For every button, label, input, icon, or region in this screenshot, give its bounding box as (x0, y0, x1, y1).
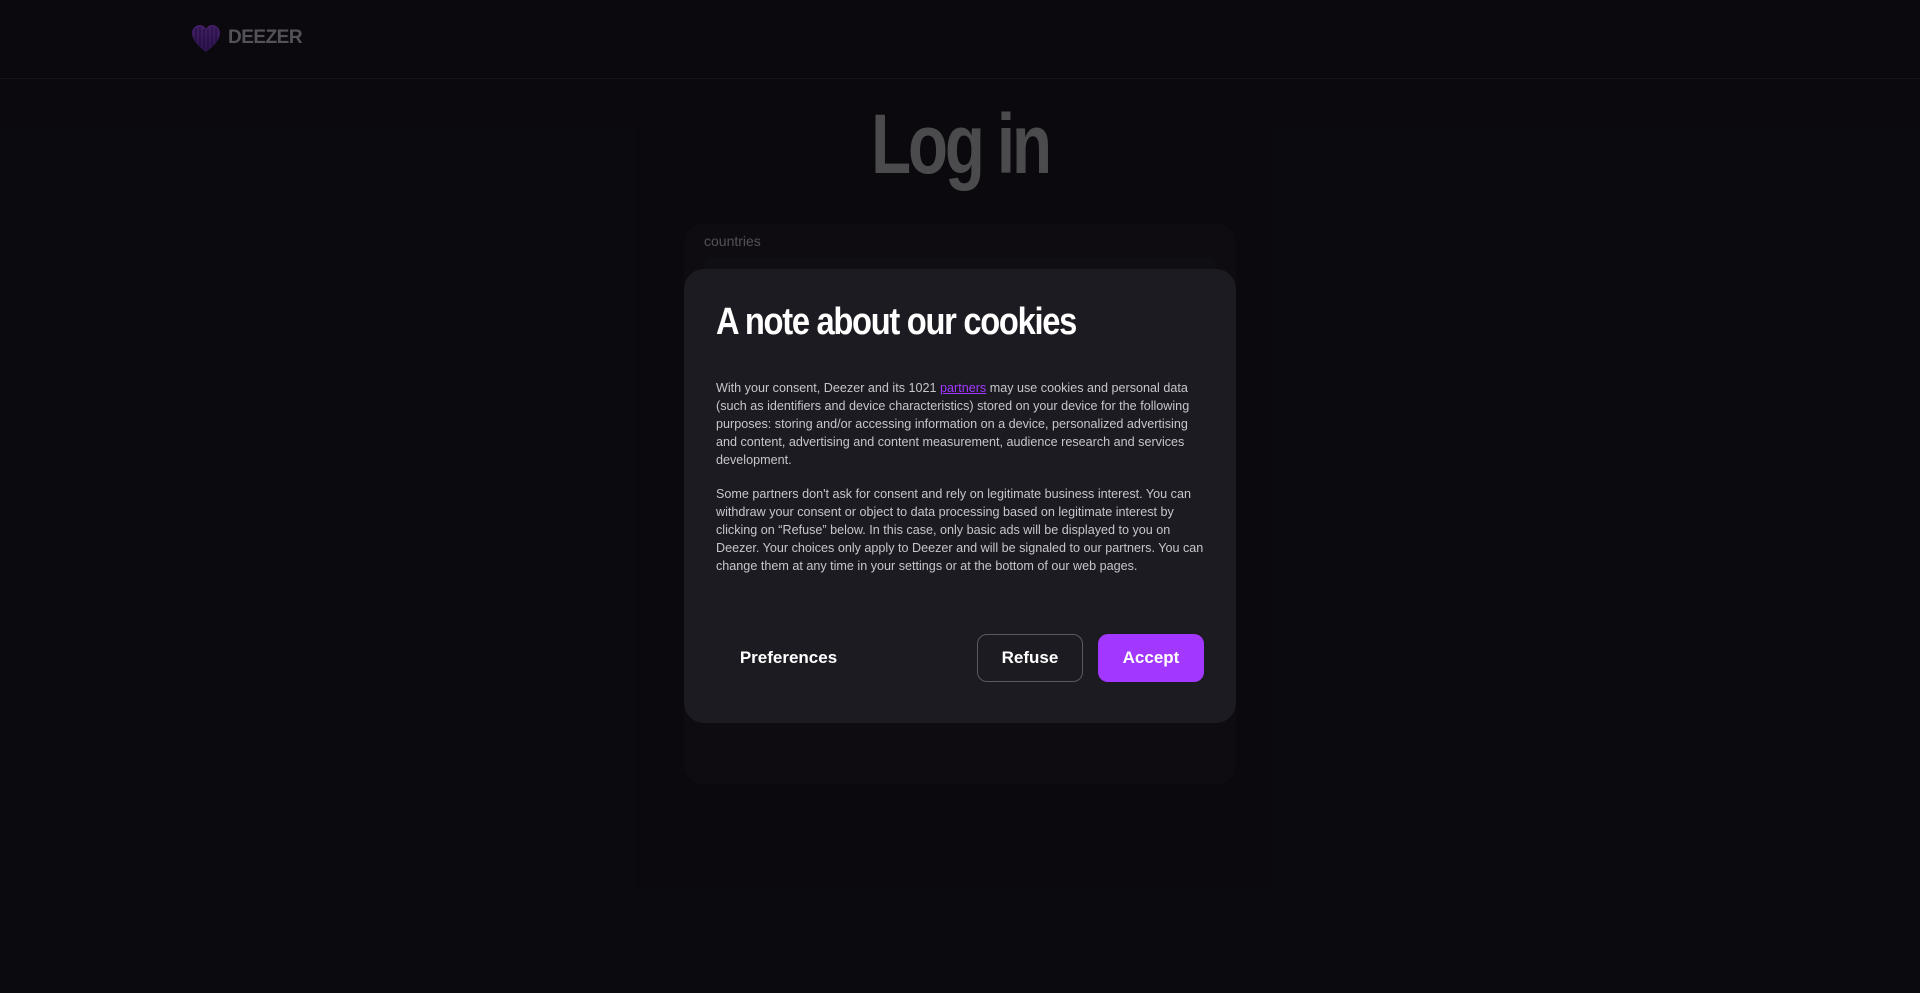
page: DEEZER Log in countries A note about our… (0, 0, 1920, 993)
partners-link[interactable]: partners (940, 381, 986, 395)
legitimate-interest-paragraph: Some partners don't ask for consent and … (716, 487, 1204, 573)
refuse-button[interactable]: Refuse (977, 634, 1083, 682)
accept-button[interactable]: Accept (1098, 634, 1204, 682)
consent-text-start: With your consent, Deezer and its 1021 (716, 381, 941, 395)
cookie-dialog: A note about our cookies With your conse… (684, 269, 1236, 723)
dialog-actions: Preferences Refuse Accept (716, 634, 1204, 682)
dialog-title: A note about our cookies (716, 301, 1077, 343)
consent-paragraph: With your consent, Deezer and its 1021 p… (716, 379, 1204, 469)
dialog-body: With your consent, Deezer and its 1021 p… (716, 379, 1204, 575)
preferences-button[interactable]: Preferences (716, 634, 861, 682)
